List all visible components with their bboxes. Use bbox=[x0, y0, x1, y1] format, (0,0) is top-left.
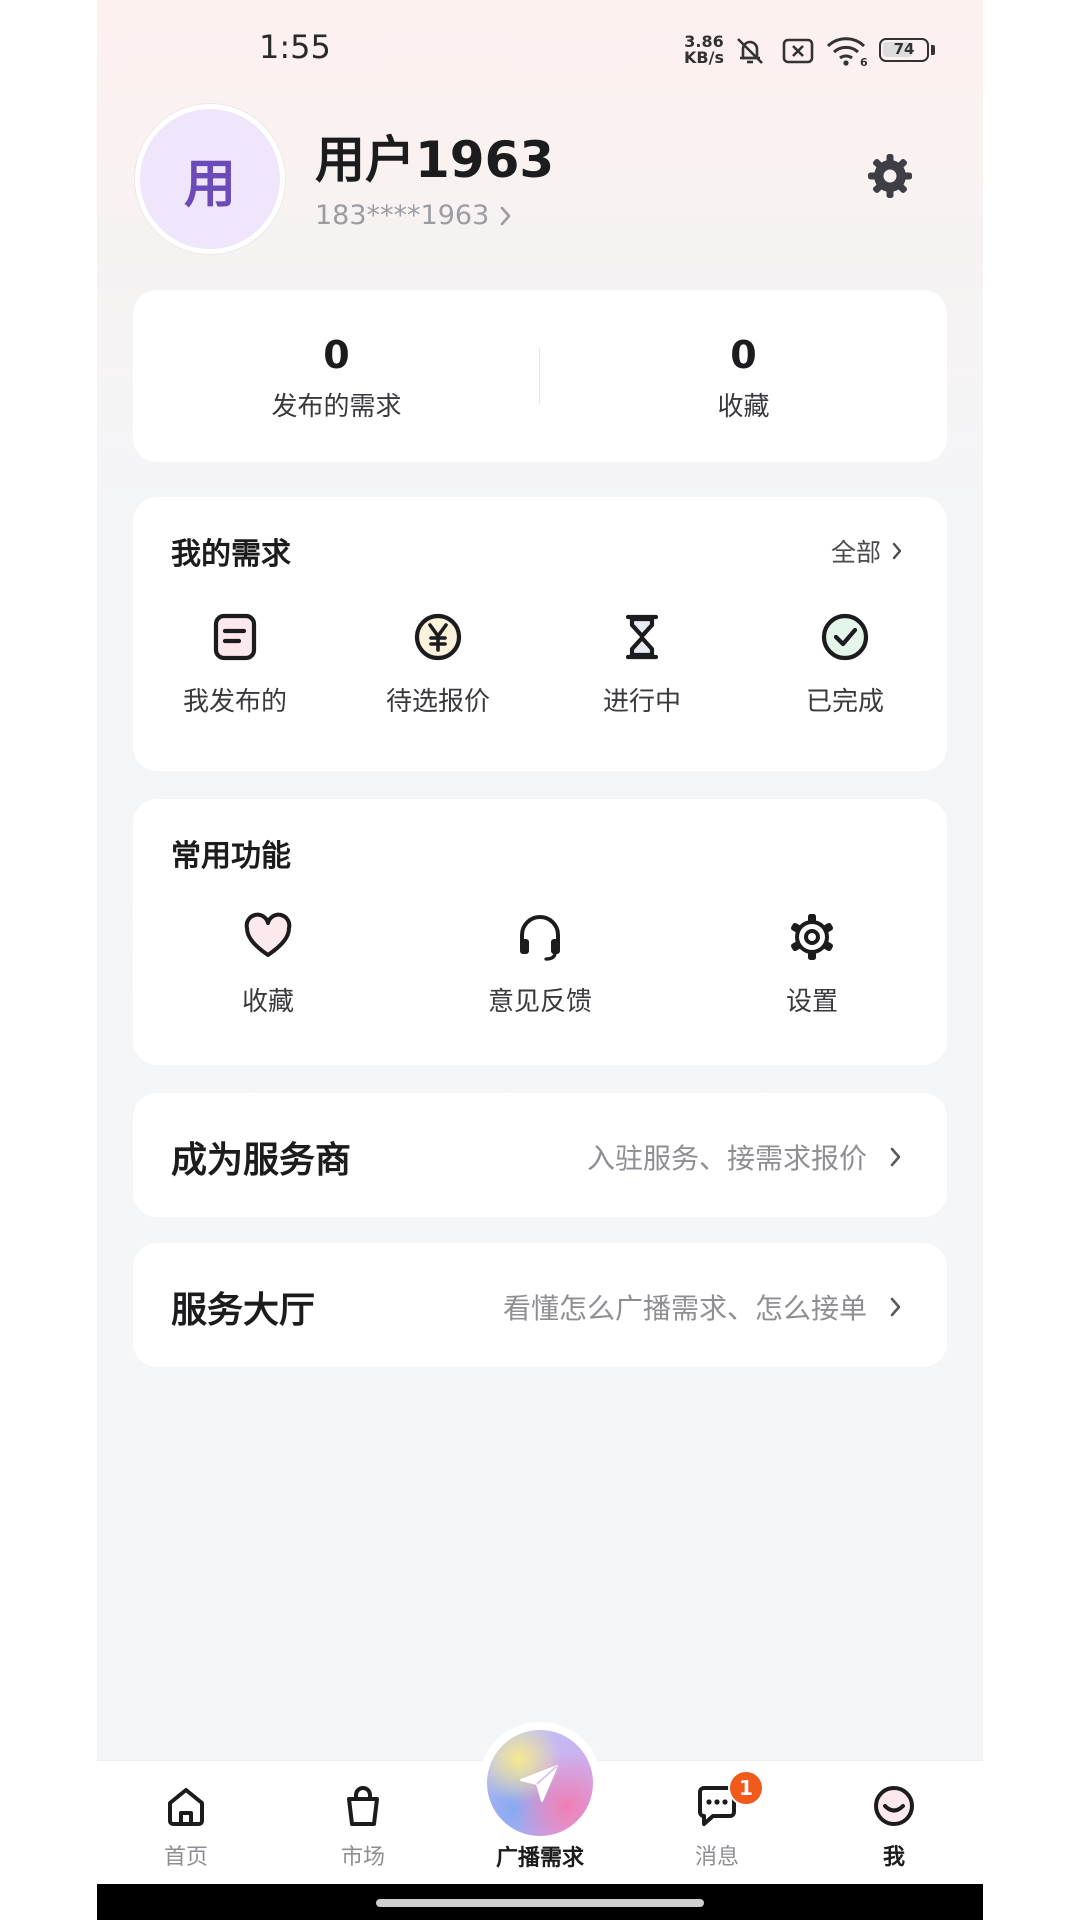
become-provider-title: 成为服务商 bbox=[171, 1140, 352, 1181]
broadcast-label: 广播需求 bbox=[495, 1846, 584, 1871]
chevron-right-icon bbox=[890, 1297, 901, 1317]
wifi-label: 6 bbox=[860, 56, 868, 68]
nav-home[interactable]: 首页 bbox=[126, 1783, 246, 1871]
view-all-label: 全部 bbox=[830, 538, 881, 567]
wifi-icon: 6 bbox=[826, 37, 868, 68]
function-settings-label: 设置 bbox=[785, 987, 838, 1017]
request-completed[interactable]: 已完成 bbox=[766, 611, 924, 718]
stat-favorites[interactable]: 0 收藏 bbox=[540, 332, 947, 423]
nav-me[interactable]: 我 bbox=[834, 1783, 954, 1871]
my-requests-card: 我的需求 全部 我发布的 待选报价 进行中 已完成 bbox=[133, 497, 947, 771]
view-all-link[interactable]: 全部 bbox=[831, 533, 903, 569]
service-hall-row[interactable]: 服务大厅 看懂怎么广播需求、怎么接单 bbox=[133, 1243, 947, 1367]
chevron-right-icon bbox=[892, 542, 902, 560]
status-time: 1:55 bbox=[259, 28, 331, 66]
common-functions-title: 常用功能 bbox=[171, 839, 291, 874]
function-favorites[interactable]: 收藏 bbox=[189, 911, 347, 1018]
battery-level: 74 bbox=[893, 40, 915, 58]
nav-market[interactable]: 市场 bbox=[303, 1783, 423, 1871]
request-pending-quotes-label: 待选报价 bbox=[385, 687, 490, 717]
service-hall-subtitle-group: 看懂怎么广播需求、怎么接单 bbox=[503, 1287, 903, 1327]
stat-published-count: 0 bbox=[323, 333, 350, 377]
yen-coin-icon bbox=[414, 613, 462, 661]
function-settings[interactable]: 设置 bbox=[733, 911, 891, 1018]
username: 用户1963 bbox=[315, 131, 555, 189]
bag-icon bbox=[347, 1786, 379, 1826]
message-badge: 1 bbox=[728, 1770, 764, 1806]
check-circle-icon bbox=[821, 613, 869, 661]
network-speed-unit: KB/s bbox=[684, 48, 724, 67]
phone-number-link[interactable]: 183****1963 bbox=[315, 200, 513, 231]
stats-card: 0 发布的需求 0 收藏 bbox=[133, 290, 947, 462]
send-icon bbox=[520, 1765, 558, 1802]
smile-icon bbox=[874, 1786, 914, 1826]
request-published[interactable]: 我发布的 bbox=[156, 611, 314, 718]
headset-icon bbox=[520, 915, 560, 961]
battery-tip bbox=[931, 45, 935, 55]
phone-number: 183****1963 bbox=[315, 200, 490, 231]
become-provider-subtitle: 入驻服务、接需求报价 bbox=[586, 1142, 867, 1175]
my-requests-title: 我的需求 bbox=[171, 537, 291, 572]
avatar-text: 用 bbox=[183, 154, 236, 215]
chevron-right-icon bbox=[890, 1147, 901, 1167]
request-completed-label: 已完成 bbox=[805, 687, 884, 717]
nav-market-label: 市场 bbox=[340, 1845, 385, 1870]
common-functions-card: 常用功能 收藏 意见反馈 设置 bbox=[133, 799, 947, 1065]
broadcast-button[interactable] bbox=[487, 1730, 593, 1836]
network-speed: 3.86 KB/s bbox=[684, 34, 724, 66]
stat-favorites-count: 0 bbox=[730, 333, 757, 377]
hourglass-icon bbox=[625, 614, 659, 660]
request-in-progress[interactable]: 进行中 bbox=[563, 611, 721, 718]
avatar[interactable]: 用 bbox=[135, 104, 285, 254]
nav-home-label: 首页 bbox=[163, 1845, 208, 1870]
no-sim-icon bbox=[782, 38, 814, 64]
stat-published-label: 发布的需求 bbox=[271, 392, 402, 422]
home-indicator[interactable] bbox=[376, 1899, 704, 1907]
request-in-progress-label: 进行中 bbox=[602, 687, 681, 717]
request-pending-quotes[interactable]: 待选报价 bbox=[359, 611, 517, 718]
home-icon bbox=[168, 1788, 204, 1826]
request-published-label: 我发布的 bbox=[182, 687, 287, 717]
status-bar: 1:55 3.86 KB/s 6 74 bbox=[97, 0, 983, 100]
become-provider-subtitle-group: 入驻服务、接需求报价 bbox=[587, 1137, 903, 1177]
stat-published[interactable]: 0 发布的需求 bbox=[133, 332, 540, 423]
service-hall-subtitle: 看懂怎么广播需求、怎么接单 bbox=[502, 1292, 867, 1325]
document-icon bbox=[213, 613, 257, 661]
settings-gear-icon[interactable] bbox=[867, 153, 913, 199]
service-hall-title: 服务大厅 bbox=[171, 1290, 316, 1331]
stat-favorites-label: 收藏 bbox=[717, 392, 770, 422]
function-feedback-label: 意见反馈 bbox=[487, 987, 592, 1017]
gear-icon bbox=[790, 914, 834, 960]
become-provider-row[interactable]: 成为服务商 入驻服务、接需求报价 bbox=[133, 1093, 947, 1217]
heart-icon bbox=[244, 912, 292, 957]
app-screen: 1:55 3.86 KB/s 6 74 用 用户1963 183****1963… bbox=[97, 0, 983, 1920]
nav-messages-label: 消息 bbox=[694, 1845, 739, 1870]
nav-me-label: 我 bbox=[882, 1845, 905, 1870]
function-favorites-label: 收藏 bbox=[241, 987, 294, 1017]
function-feedback[interactable]: 意见反馈 bbox=[461, 911, 619, 1018]
mute-bell-icon bbox=[737, 38, 763, 64]
battery-indicator: 74 bbox=[879, 38, 929, 62]
chevron-right-icon bbox=[500, 206, 511, 225]
